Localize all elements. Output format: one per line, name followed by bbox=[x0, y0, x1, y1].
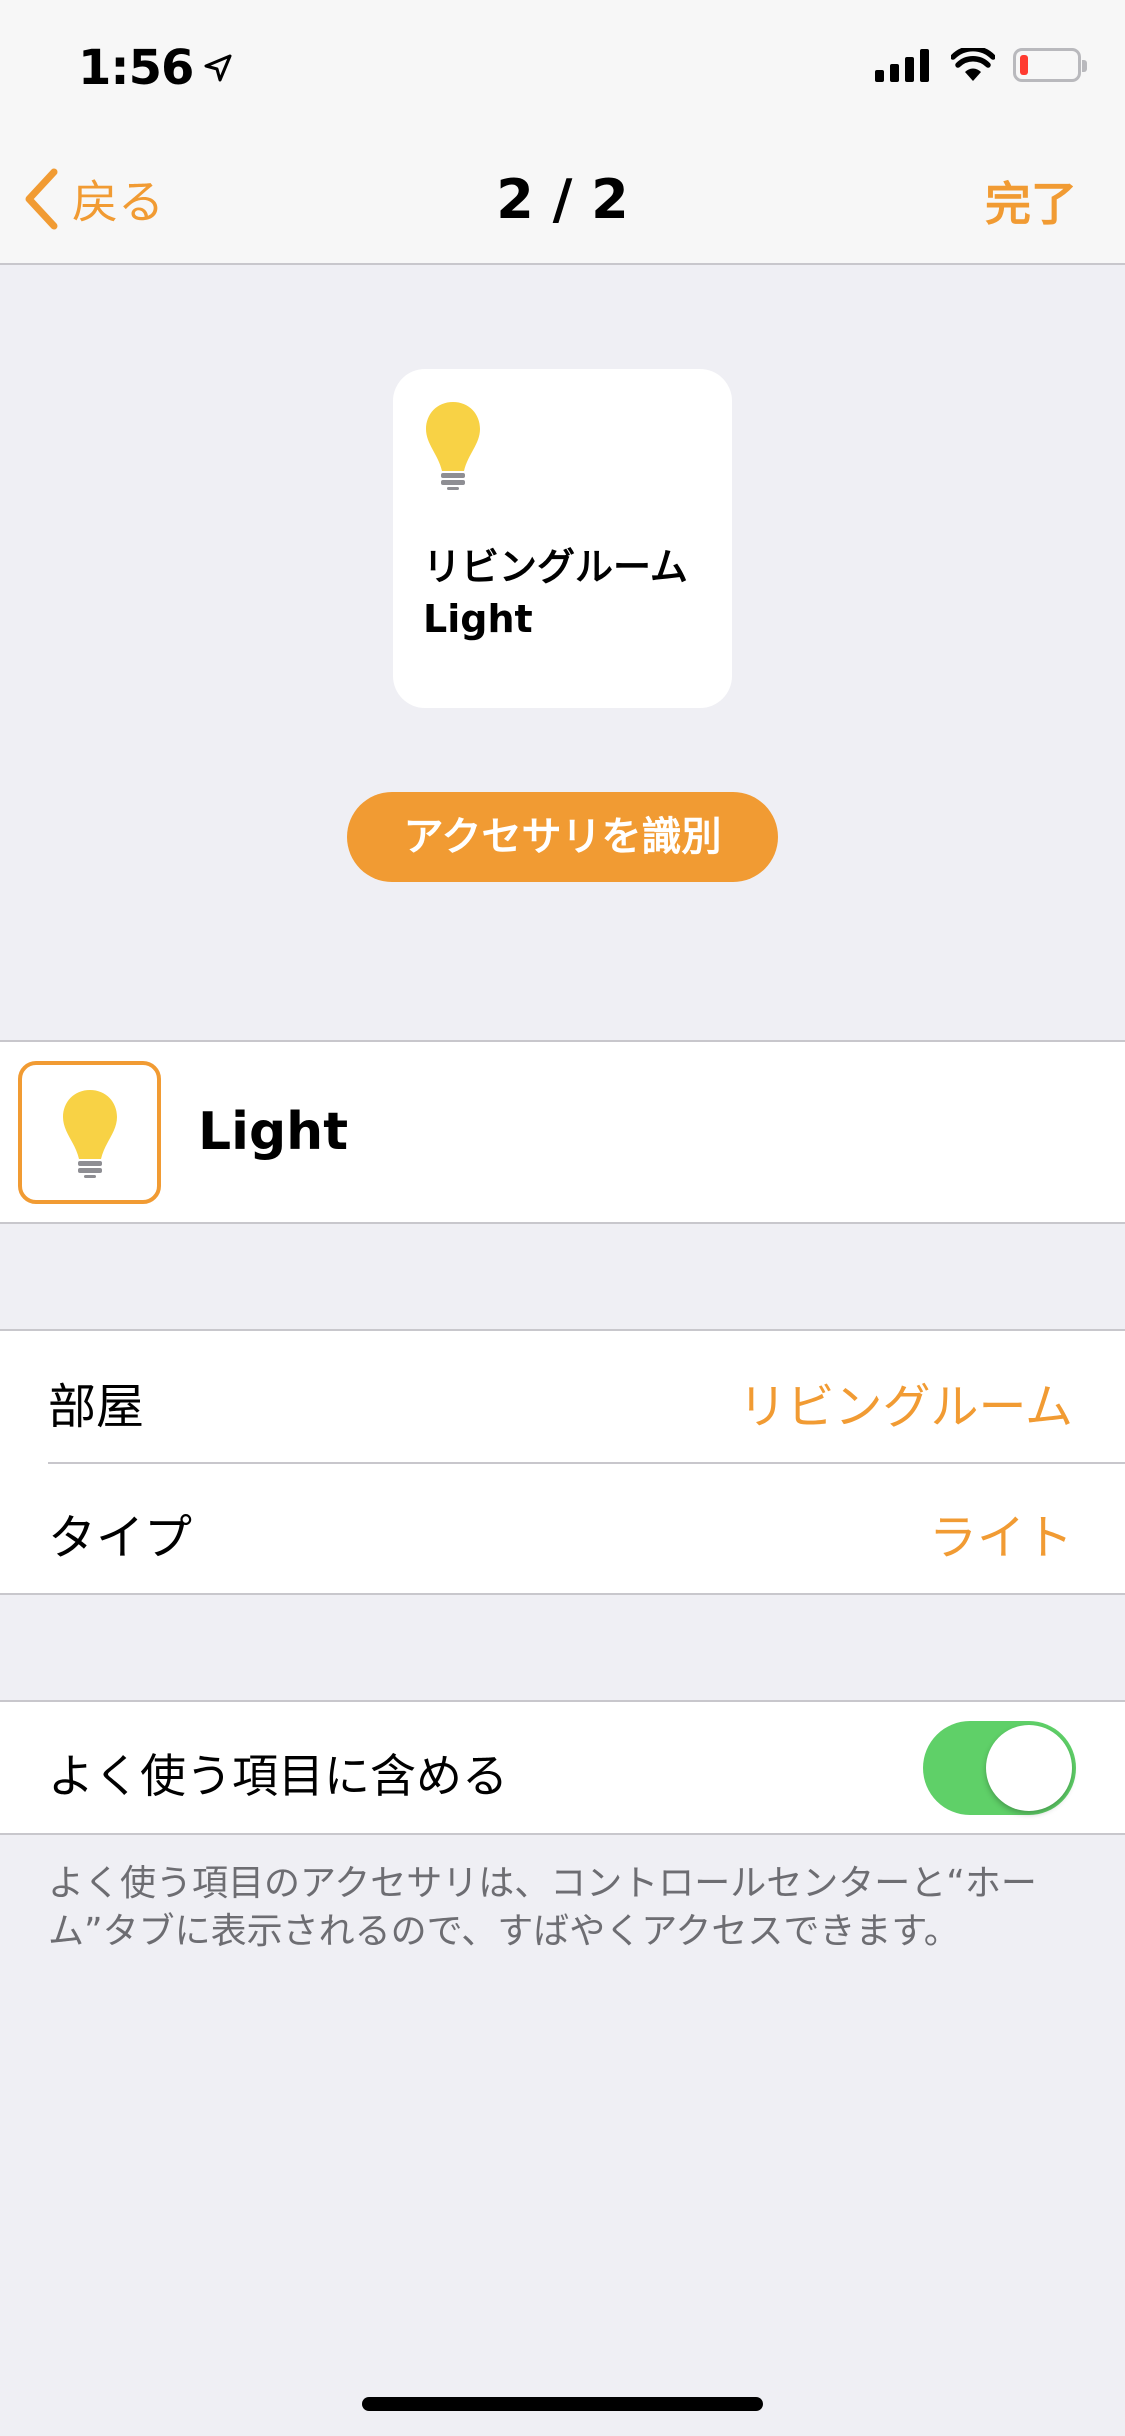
settings-group: 部屋 リビングルーム タイプ ライト bbox=[0, 1329, 1125, 1595]
room-value: リビングルーム bbox=[738, 1379, 1073, 1435]
type-label: タイプ bbox=[48, 1510, 193, 1566]
identify-accessory-button[interactable]: アクセサリを識別 bbox=[347, 792, 778, 882]
battery-icon bbox=[1013, 48, 1087, 82]
favorite-footnote: よく使う項目のアクセサリは、コントロールセンターと“ホーム”タブに表示されるので… bbox=[48, 1863, 1037, 1952]
type-row[interactable]: タイプ ライト bbox=[0, 1462, 1125, 1593]
status-time: 1:56 bbox=[78, 40, 233, 96]
accessory-name-field[interactable]: Light bbox=[198, 1102, 348, 1162]
cellular-signal-icon bbox=[875, 48, 929, 82]
tile-name: リビングルーム Light bbox=[423, 545, 688, 641]
toggle-knob bbox=[986, 1725, 1072, 1811]
favorite-label: よく使う項目に含める bbox=[48, 1749, 508, 1803]
status-bar: 1:56 bbox=[0, 0, 1125, 132]
navigation-bar: 戻る 2 / 2 完了 bbox=[0, 132, 1125, 265]
favorite-toggle[interactable] bbox=[923, 1721, 1076, 1815]
page-title: 2 / 2 bbox=[496, 168, 629, 231]
time-text: 1:56 bbox=[78, 40, 194, 96]
battery-level bbox=[1020, 55, 1028, 75]
status-icons bbox=[875, 48, 1087, 82]
icon-picker-button[interactable] bbox=[18, 1061, 161, 1204]
wifi-icon bbox=[951, 48, 995, 81]
screen: 1:56 戻る 2 / 2 完了 リビングルーム Light アクセサリを識別 … bbox=[0, 0, 1125, 2436]
favorite-row: よく使う項目に含める bbox=[0, 1700, 1125, 1835]
done-button[interactable]: 完了 bbox=[985, 168, 1077, 234]
accessory-tile[interactable]: リビングルーム Light bbox=[393, 369, 732, 708]
type-value: ライト bbox=[928, 1510, 1073, 1566]
lightbulb-icon bbox=[426, 402, 480, 490]
room-label: 部屋 bbox=[48, 1379, 145, 1435]
room-row[interactable]: 部屋 リビングルーム bbox=[0, 1331, 1125, 1462]
lightbulb-icon bbox=[62, 1089, 117, 1178]
home-indicator[interactable] bbox=[362, 2397, 763, 2411]
accessory-name-row: Light bbox=[0, 1040, 1125, 1224]
location-arrow-icon bbox=[204, 54, 232, 82]
